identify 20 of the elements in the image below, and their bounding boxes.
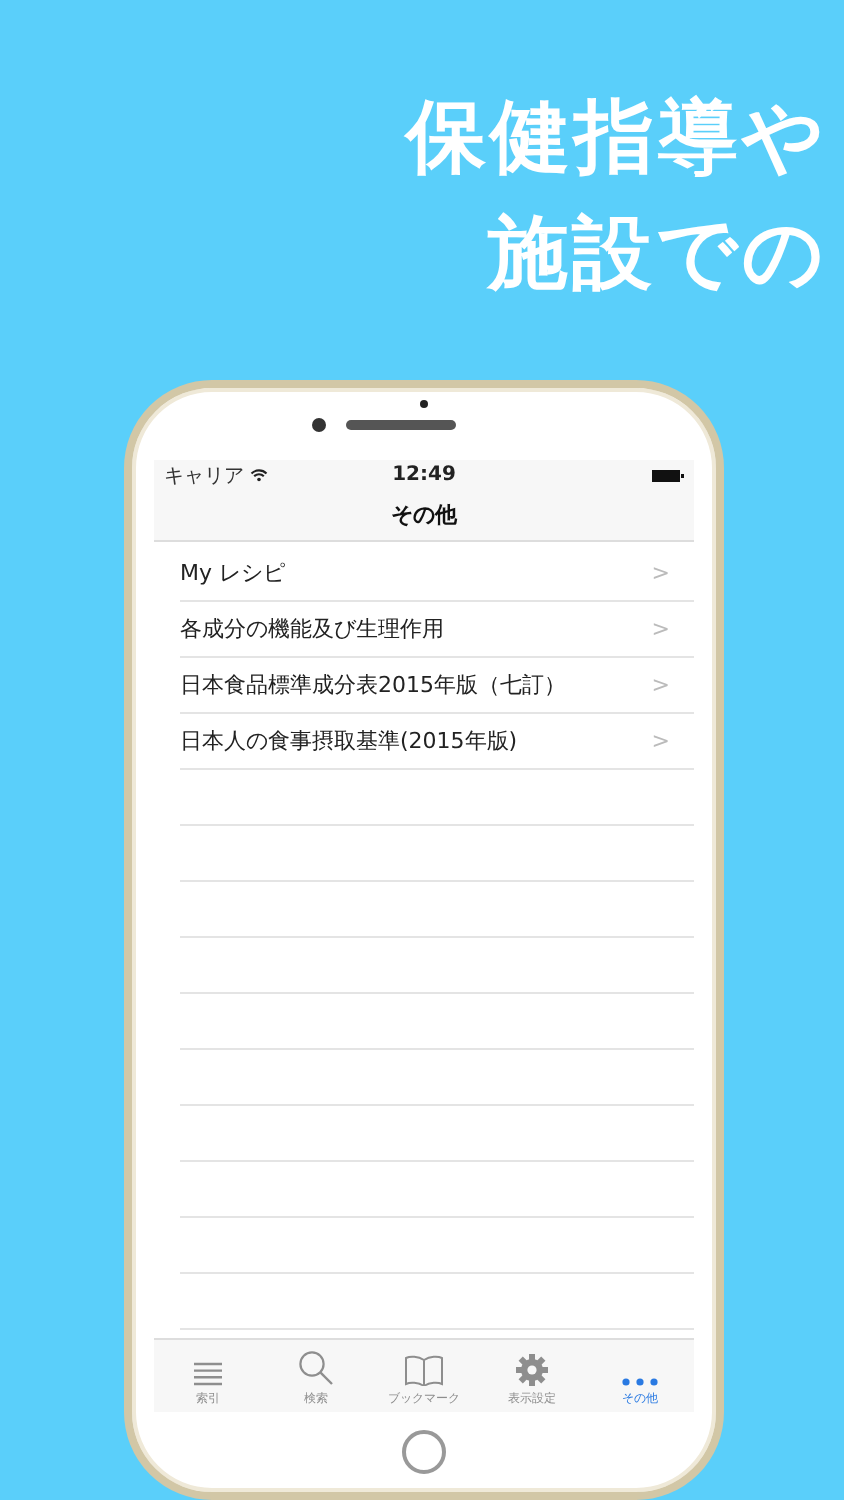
menu-item[interactable]: 日本人の食事摂取基準(2015年版) >	[180, 714, 694, 770]
carrier-text: キャリア	[164, 463, 244, 489]
sensor-icon	[420, 400, 428, 408]
headline-text: 保健指導や	[406, 90, 828, 188]
search-icon	[298, 1350, 334, 1386]
wifi-icon	[250, 468, 268, 482]
more-icon	[622, 1378, 658, 1386]
menu-item[interactable]: 日本食品標準成分表2015年版（七訂） >	[180, 658, 694, 714]
status-time: 12:49	[392, 464, 456, 486]
menu-item[interactable]: 各成分の機能及び生理作用 >	[180, 602, 694, 658]
gear-icon	[516, 1354, 548, 1386]
speaker-icon	[346, 420, 456, 430]
camera-icon	[312, 418, 326, 432]
headline-text: 施設での	[488, 206, 828, 304]
list-icon	[194, 1362, 222, 1386]
nav-title: その他	[391, 500, 457, 530]
book-icon	[404, 1354, 444, 1386]
home-button[interactable]	[402, 1430, 446, 1474]
menu-item[interactable]: My レシピ >	[180, 546, 694, 602]
battery-icon	[652, 469, 684, 481]
